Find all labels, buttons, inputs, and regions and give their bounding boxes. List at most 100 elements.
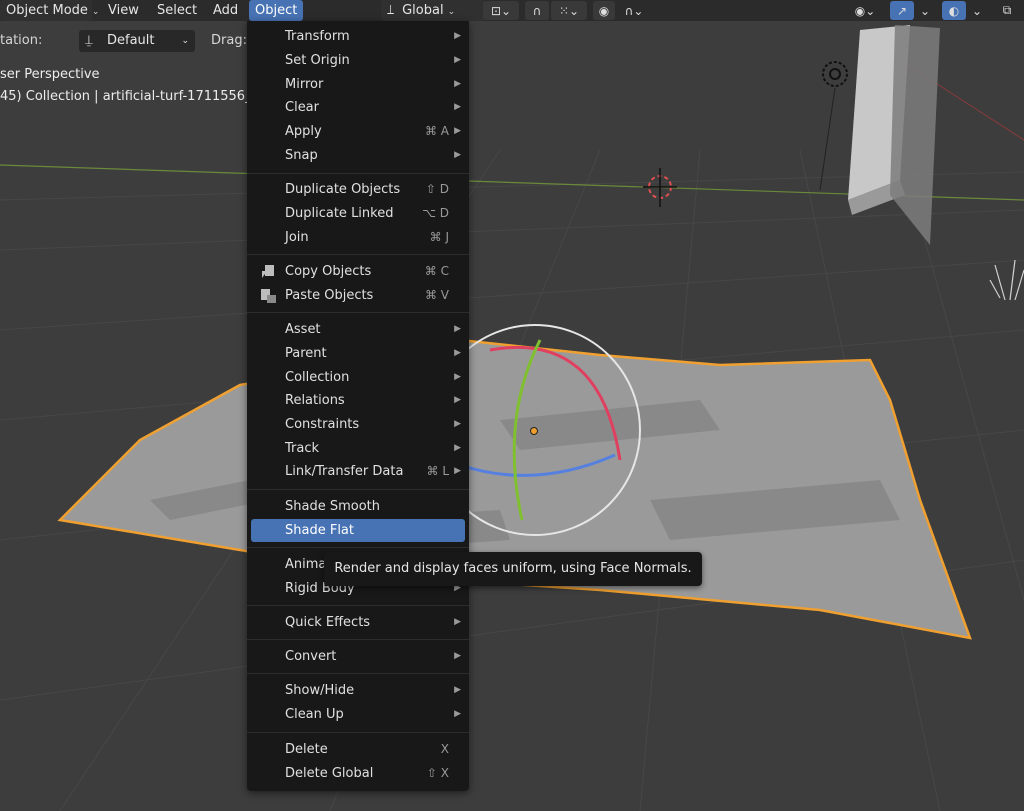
shortcut-text: ⇧ X [426, 766, 449, 780]
menu-item-label: Transform [285, 29, 350, 44]
visibility-icon[interactable]: ◉⌄ [847, 1, 883, 20]
menu-add[interactable]: Add [207, 0, 244, 21]
submenu-arrow-icon: ▶ [454, 348, 461, 358]
submenu-arrow-icon: ▶ [454, 102, 461, 112]
menu-item-duplicate-linked[interactable]: Duplicate Linked ⌥ D [251, 202, 465, 225]
mode-dropdown[interactable]: Object Mode ⌄ [0, 0, 99, 21]
overlays-icon[interactable]: ◐ [942, 1, 966, 20]
menu-object[interactable]: Object [249, 0, 304, 21]
menu-item-parent[interactable]: Parent ▶ [251, 342, 465, 365]
menu-item-label: Join [285, 230, 309, 245]
menu-item-label: Asset [285, 322, 321, 337]
submenu-arrow-icon: ▶ [454, 55, 461, 65]
menu-item-transform[interactable]: Transform ▶ [251, 25, 465, 48]
menu-view[interactable]: View [102, 0, 145, 21]
menu-item-clear[interactable]: Clear ▶ [251, 96, 465, 119]
snap-icon[interactable]: ∩ [525, 1, 549, 20]
submenu-arrow-icon: ▶ [454, 685, 461, 695]
menu-separator [247, 489, 469, 490]
submenu-arrow-icon: ▶ [454, 79, 461, 89]
submenu-arrow-icon: ▶ [454, 31, 461, 41]
menu-item-relations[interactable]: Relations ▶ [251, 389, 465, 412]
menu-item-label: Mirror [285, 77, 324, 92]
submenu-arrow-icon: ▶ [454, 126, 461, 136]
menu-item-collection[interactable]: Collection ▶ [251, 366, 465, 389]
menu-item-quick-effects[interactable]: Quick Effects ▶ [251, 611, 465, 634]
tooltip-text: Render and display faces uniform, using … [334, 561, 692, 576]
menu-item-label: Delete [285, 742, 328, 757]
menu-item-label: Copy Objects [285, 264, 372, 279]
submenu-arrow-icon: ▶ [454, 466, 461, 476]
xray-icon[interactable]: ⧉ [996, 1, 1018, 20]
menu-item-label: Apply [285, 124, 322, 139]
menu-item-snap[interactable]: Snap ▶ [251, 144, 465, 167]
menu-item-label: Parent [285, 346, 327, 361]
tooltip: Render and display faces uniform, using … [324, 552, 702, 586]
shortcut-text: ⌘ J [429, 230, 449, 244]
menu-item-label: Set Origin [285, 53, 350, 68]
orientation-icon: ⟘ [387, 3, 395, 17]
shortcut-text: ⌘ C [424, 264, 449, 278]
chevron-down-icon[interactable]: ⌄ [968, 1, 986, 20]
submenu-arrow-icon: ▶ [454, 372, 461, 382]
menu-select[interactable]: Select [151, 0, 203, 21]
menu-item-join[interactable]: Join ⌘ J [251, 226, 465, 249]
menu-item-label: Convert [285, 649, 337, 664]
menu-separator [247, 639, 469, 640]
menu-item-label: Shade Flat [285, 523, 354, 538]
menu-item-label: Duplicate Objects [285, 182, 401, 197]
menu-item-constraints[interactable]: Constraints ▶ [251, 413, 465, 436]
pivot-dropdown-label: Default [107, 33, 155, 48]
menu-item-label: Relations [285, 393, 345, 408]
menu-item-label: Clean Up [285, 707, 344, 722]
menu-item-asset[interactable]: Asset ▶ [251, 318, 465, 341]
shortcut-text: ⇧ D [425, 182, 449, 196]
shortcut-text: ⌘ A [424, 124, 449, 138]
menu-item-mirror[interactable]: Mirror ▶ [251, 73, 465, 96]
menu-item-label: Quick Effects [285, 615, 371, 630]
menu-item-set-origin[interactable]: Set Origin ▶ [251, 49, 465, 72]
menu-item-show-hide[interactable]: Show/Hide ▶ [251, 679, 465, 702]
menu-item-label: Constraints [285, 417, 360, 432]
shortcut-text: X [440, 742, 449, 756]
menu-item-track[interactable]: Track ▶ [251, 437, 465, 460]
menu-item-apply[interactable]: Apply ⌘ A ▶ [251, 120, 465, 143]
menu-item-label: Duplicate Linked [285, 206, 394, 221]
menu-item-link-transfer-data[interactable]: Link/Transfer Data ⌘ L ▶ [251, 460, 465, 483]
menu-item-label: Paste Objects [285, 288, 374, 303]
menu-item-shade-smooth[interactable]: Shade Smooth [251, 495, 465, 518]
menu-item-label: Delete Global [285, 766, 374, 781]
view-name-text: ser Perspective [0, 67, 100, 82]
menu-item-paste-objects[interactable]: Paste Objects ⌘ V [251, 284, 465, 307]
menu-separator [247, 732, 469, 733]
orientation-label: Global [402, 3, 444, 18]
pivot-point-icon[interactable]: ⊡⌄ [483, 1, 519, 20]
falloff-icon[interactable]: ∩⌄ [617, 1, 651, 20]
menu-item-copy-objects[interactable]: Copy Objects ⌘ C [251, 260, 465, 283]
menu-item-shade-flat[interactable]: Shade Flat [251, 519, 465, 542]
object-menu: Transform ▶ Set Origin ▶ Mirror ▶ Clear ▶ Ap… [247, 21, 469, 791]
chevron-down-icon: ⌄ [181, 36, 189, 46]
proportional-edit-icon[interactable]: ◉ [593, 1, 615, 20]
menu-item-duplicate-objects[interactable]: Duplicate Objects ⇧ D [251, 178, 465, 201]
shortcut-text: ⌘ V [424, 288, 449, 302]
submenu-arrow-icon: ▶ [454, 324, 461, 334]
menu-item-delete-global[interactable]: Delete Global ⇧ X [251, 762, 465, 785]
menu-item-delete[interactable]: Delete X [251, 738, 465, 761]
3d-viewport[interactable] [0, 0, 1024, 811]
viewport-header: Object Mode ⌄ View Select Add Object ⟘ Glo… [0, 0, 1024, 21]
gizmo-toggle-icon[interactable]: ↗ [890, 1, 914, 20]
menu-item-label: Shade Smooth [285, 499, 380, 514]
menu-separator [247, 312, 469, 313]
menu-item-clean-up[interactable]: Clean Up ▶ [251, 703, 465, 726]
submenu-arrow-icon: ▶ [454, 651, 461, 661]
transform-pivot-icon: ⍊ [85, 33, 93, 48]
snap-target-icon[interactable]: ⁙⌄ [551, 1, 587, 20]
orientation-dropdown[interactable]: ⟘ Global ⌄ [381, 0, 485, 21]
menu-separator [247, 254, 469, 255]
menu-item-label: Show/Hide [285, 683, 355, 698]
menu-item-convert[interactable]: Convert ▶ [251, 645, 465, 668]
chevron-down-icon[interactable]: ⌄ [916, 1, 934, 20]
chevron-down-icon: ⌄ [91, 7, 100, 17]
pivot-dropdown[interactable]: ⍊ Default ⌄ [79, 30, 195, 52]
